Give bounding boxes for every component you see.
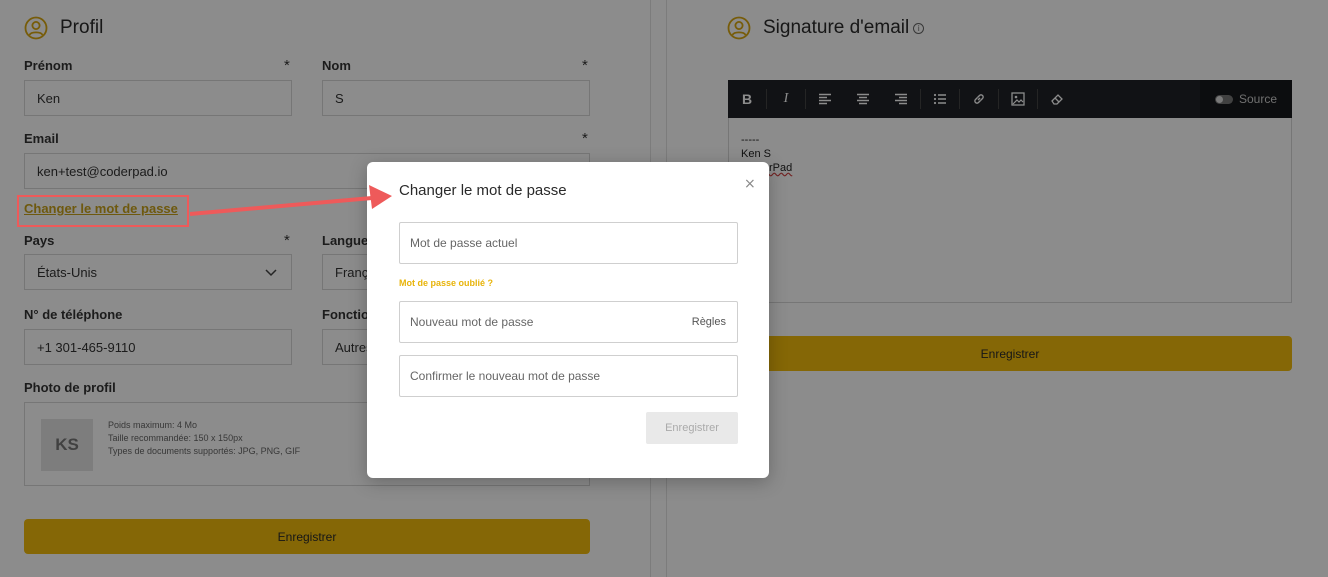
confirm-password-placeholder: Confirmer le nouveau mot de passe (410, 369, 601, 383)
close-icon[interactable]: × (744, 176, 756, 192)
new-password-placeholder: Nouveau mot de passe (410, 315, 534, 329)
modal-title: Changer le mot de passe (399, 182, 567, 199)
annotation-highlight-box (17, 195, 189, 227)
confirm-password-input[interactable]: Confirmer le nouveau mot de passe (399, 355, 738, 397)
new-password-input[interactable]: Nouveau mot de passe Règles (399, 301, 738, 343)
rules-link[interactable]: Règles (692, 316, 726, 328)
change-password-modal: Changer le mot de passe × Mot de passe a… (367, 162, 769, 478)
current-password-placeholder: Mot de passe actuel (410, 236, 518, 250)
modal-save-button[interactable]: Enregistrer (646, 412, 738, 444)
forgot-password-link[interactable]: Mot de passe oublié ? (399, 278, 493, 288)
current-password-input[interactable]: Mot de passe actuel (399, 222, 738, 264)
